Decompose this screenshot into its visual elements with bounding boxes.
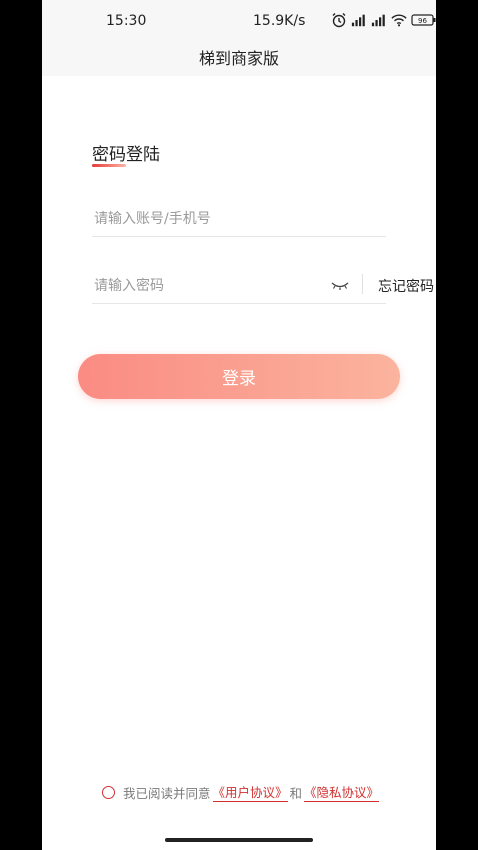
status-bar: 15:30 15.9K/s 96 (42, 0, 436, 40)
status-time: 15:30 (106, 13, 147, 29)
home-indicator[interactable] (165, 838, 313, 842)
user-agreement-link[interactable]: 《用户协议》 (212, 782, 288, 802)
agreement-prefix: 我已阅读并同意 (123, 785, 211, 801)
radio-unchecked-icon[interactable] (102, 785, 115, 799)
title-bar: 梯到商家版 (42, 40, 436, 76)
wifi-icon (391, 14, 407, 27)
app-title: 梯到商家版 (198, 49, 279, 68)
status-icons: 96 (331, 12, 437, 28)
account-field (92, 200, 390, 238)
signal-icon (351, 14, 365, 27)
phone-screen: 15:30 15.9K/s 96 梯到商家版 密码登陆 请输入账号/手机号 忘记… (42, 0, 436, 850)
account-input[interactable] (92, 200, 390, 238)
eye-closed-icon[interactable] (330, 276, 350, 294)
battery-level: 96 (418, 17, 427, 25)
title-underline (92, 164, 126, 167)
agreement-and: 和 (289, 785, 303, 801)
field-divider (362, 274, 363, 294)
forgot-password-link[interactable]: 忘记密码 (378, 276, 434, 296)
agreement-row: 我已阅读并同意 《用户协议》 和 《隐私协议》 (102, 782, 381, 802)
password-login-title: 密码登陆 (92, 145, 160, 165)
password-field: 忘记密码 (92, 267, 434, 305)
login-button[interactable]: 登录 (78, 354, 400, 399)
password-input[interactable] (92, 267, 326, 305)
alarm-icon (332, 13, 346, 28)
battery-icon: 96 (411, 14, 436, 26)
signal-icon-2 (371, 14, 385, 27)
privacy-policy-link[interactable]: 《隐私协议》 (304, 782, 380, 802)
network-speed: 15.9K/s (253, 13, 306, 29)
